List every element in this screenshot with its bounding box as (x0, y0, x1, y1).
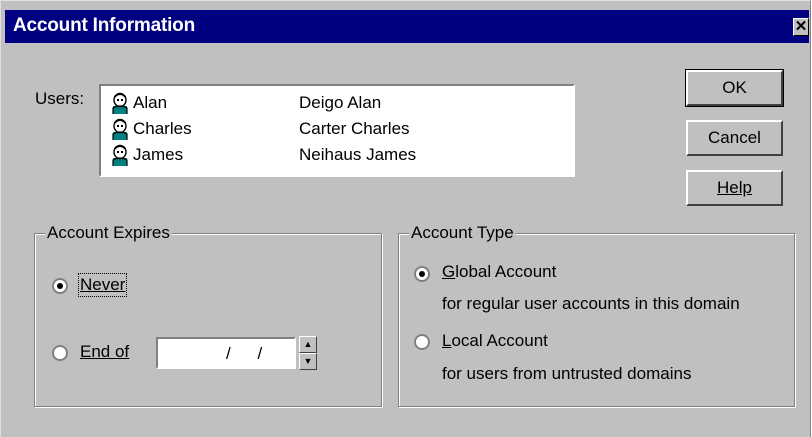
list-item[interactable]: James Neihaus James (109, 143, 569, 169)
cancel-button[interactable]: Cancel (686, 120, 783, 156)
window-title: Account Information (13, 15, 195, 36)
user-full-name: Neihaus James (299, 145, 417, 164)
local-account-label[interactable]: Local Account (442, 331, 548, 351)
user-icon (112, 92, 128, 114)
ok-button[interactable]: OK (685, 69, 784, 107)
user-name: Alan (133, 93, 168, 112)
user-name: James (133, 145, 184, 164)
account-expires-group (34, 233, 382, 407)
user-full-name: Deigo Alan (299, 93, 382, 112)
never-radio[interactable] (52, 278, 68, 294)
local-account-description: for users from untrusted domains (442, 364, 692, 383)
users-label: Users: (35, 89, 85, 108)
list-item[interactable]: Charles Carter Charles (109, 117, 569, 143)
account-type-legend: Account Type (409, 223, 516, 243)
users-list[interactable]: Alan Deigo Alan Charles Carter Charles J… (99, 84, 575, 177)
help-button-label: Help (717, 178, 752, 197)
global-account-description: for regular user accounts in this domain (442, 294, 740, 313)
user-full-name: Carter Charles (299, 119, 410, 138)
list-item[interactable]: Alan Deigo Alan (109, 91, 569, 117)
end-of-radio[interactable] (52, 345, 68, 361)
account-information-dialog: Account Information ✕ Users: Alan Deigo … (0, 0, 811, 437)
local-account-radio[interactable] (414, 334, 430, 350)
help-button[interactable]: Help (686, 170, 783, 206)
ok-button-label: OK (722, 78, 747, 97)
never-label[interactable]: Never (77, 273, 128, 297)
title-bar[interactable]: Account Information ✕ (5, 10, 809, 43)
global-account-label[interactable]: Global Account (442, 262, 556, 282)
spin-up-button[interactable]: ▲ (299, 336, 317, 353)
close-icon: ✕ (794, 18, 808, 35)
close-button[interactable]: ✕ (793, 18, 809, 36)
end-of-label[interactable]: End of (80, 342, 129, 362)
global-account-radio[interactable] (414, 266, 430, 282)
triangle-down-icon: ▼ (303, 356, 313, 366)
triangle-up-icon: ▲ (303, 339, 313, 349)
cancel-button-label: Cancel (708, 128, 761, 147)
date-value: / / (226, 344, 274, 363)
user-name: Charles (133, 119, 192, 138)
spin-down-button[interactable]: ▼ (299, 353, 317, 370)
date-spinner[interactable]: ▲ ▼ (299, 336, 317, 370)
expiration-date-field[interactable]: / / (156, 337, 296, 369)
user-icon (112, 118, 128, 140)
account-expires-legend: Account Expires (45, 223, 172, 243)
user-icon (112, 144, 128, 166)
